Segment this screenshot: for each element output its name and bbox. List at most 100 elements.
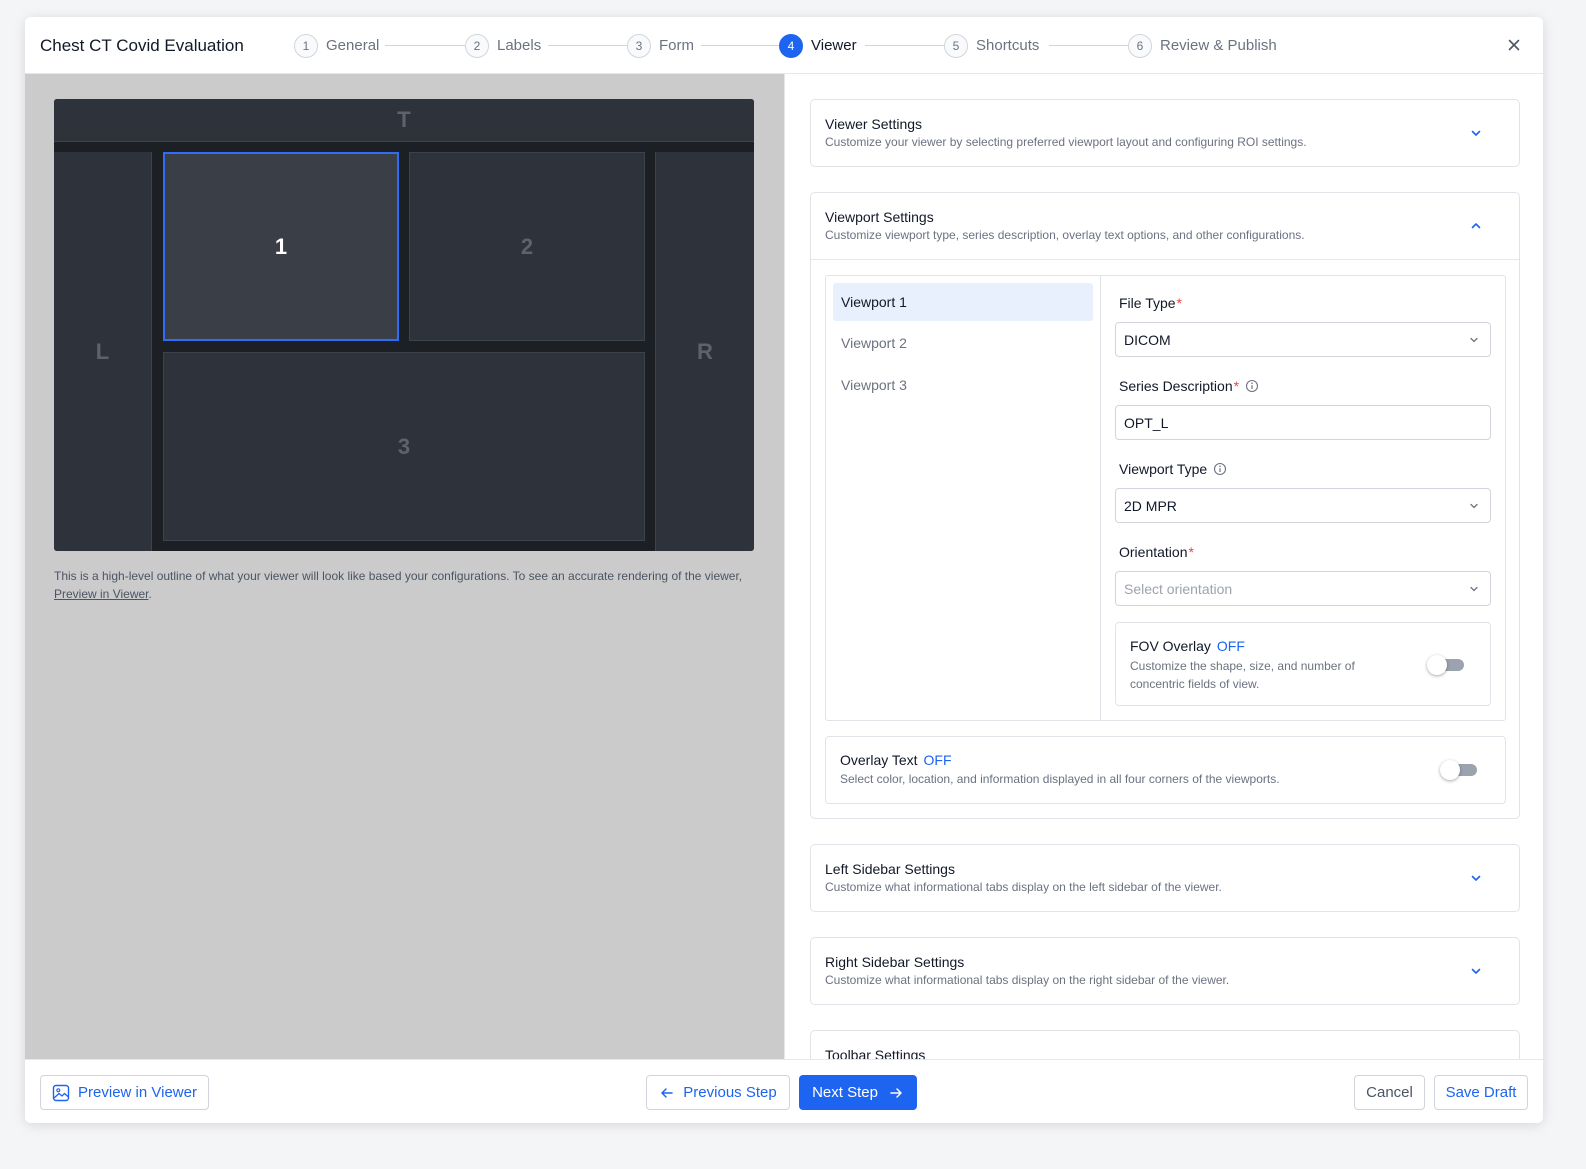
step-connector — [385, 45, 465, 46]
step-connector — [701, 45, 781, 46]
step-label: General — [326, 37, 380, 54]
file-type-select[interactable]: DICOM — [1115, 322, 1491, 357]
preview-note: This is a high-level outline of what you… — [54, 567, 754, 603]
file-type-value: DICOM — [1124, 331, 1171, 348]
step-connector — [548, 45, 628, 46]
step-labels[interactable]: 2 Labels — [465, 33, 541, 58]
preview-in-viewer-button[interactable]: Preview in Viewer — [40, 1075, 209, 1110]
chevron-down-icon — [1470, 503, 1478, 509]
orientation-placeholder: Select orientation — [1124, 580, 1233, 597]
right-sidebar-settings-card[interactable]: Right Sidebar Settings Customize what in… — [810, 937, 1520, 1005]
orientation-label: Orientation * — [1119, 544, 1194, 560]
series-description-input[interactable] — [1115, 405, 1491, 440]
viewport-list-item-1[interactable]: Viewport 1 — [833, 283, 1093, 321]
page-title: Chest CT Covid Evaluation — [40, 36, 244, 55]
overlay-text-title: Overlay Text OFF — [840, 752, 952, 768]
fov-overlay-desc-line: Customize the shape, size, and number of — [1130, 659, 1355, 673]
viewport-type-label-text: Viewport Type — [1119, 461, 1208, 477]
arrow-left-icon — [661, 1087, 674, 1098]
viewer-settings-title: Viewer Settings — [825, 116, 923, 132]
fov-overlay-toggle[interactable] — [1427, 654, 1465, 675]
template-editor-window: Chest CT Covid Evaluation 1 General 2 La… — [25, 17, 1543, 1123]
series-description-label-text: Series Description — [1119, 378, 1233, 394]
viewer-settings-card[interactable]: Viewer Settings Customize your viewer by… — [810, 99, 1520, 167]
footer-actions: Preview in Viewer Previous Step Next Ste… — [25, 1059, 1543, 1123]
viewer-layout-preview: T L R 1 2 3 — [54, 99, 754, 551]
viewport-3-preview[interactable]: 3 — [163, 352, 645, 541]
right-sidebar-panel: R — [655, 152, 754, 551]
step-label: Review & Publish — [1160, 37, 1277, 54]
file-type-label: File Type * — [1119, 295, 1182, 311]
overlay-text-box: Overlay Text OFF Select color, location, … — [825, 736, 1506, 804]
step-review-publish[interactable]: 6 Review & Publish — [1128, 33, 1277, 58]
viewer-settings-desc: Customize your viewer by selecting prefe… — [825, 135, 1307, 149]
fov-overlay-state: OFF — [1216, 638, 1245, 654]
left-sidebar-panel: L — [54, 152, 152, 551]
viewport-settings-title: Viewport Settings — [825, 209, 934, 225]
required-marker: * — [1176, 295, 1182, 311]
overlay-text-desc: Select color, location, and information … — [840, 772, 1280, 786]
image-icon — [52, 1084, 70, 1101]
top-panel: T — [54, 99, 754, 142]
step-form[interactable]: 3 Form — [627, 33, 694, 58]
step-number: 1 — [294, 33, 318, 58]
step-viewer[interactable]: 4 Viewer — [779, 33, 863, 58]
next-step-button[interactable]: Next Step — [799, 1075, 917, 1110]
fov-overlay-desc: Customize the shape, size, and number of… — [1130, 657, 1355, 693]
step-label: Shortcuts — [976, 37, 1040, 54]
overlay-text-label: Overlay Text — [840, 752, 918, 768]
step-number: 2 — [465, 33, 489, 58]
toolbar-settings-title: Toolbar Settings — [825, 1047, 926, 1059]
previous-step-label: Previous Step — [683, 1084, 777, 1101]
chevron-down-icon[interactable] — [1469, 964, 1483, 978]
viewport-1-preview[interactable]: 1 — [163, 152, 399, 341]
overlay-text-toggle[interactable] — [1440, 759, 1478, 780]
preview-note-text: This is a high-level outline of what you… — [54, 569, 743, 583]
file-type-label-text: File Type — [1119, 295, 1176, 311]
step-label: Viewer — [811, 37, 857, 54]
fov-overlay-desc-line: concentric fields of view. — [1130, 677, 1260, 691]
preview-note-end: . — [148, 587, 152, 601]
settings-pane: Viewer Settings Customize your viewer by… — [784, 74, 1543, 1059]
header-stepper: Chest CT Covid Evaluation 1 General 2 La… — [25, 17, 1543, 74]
arrow-right-icon — [890, 1087, 902, 1098]
save-draft-button[interactable]: Save Draft — [1434, 1075, 1528, 1110]
chevron-down-icon — [1470, 586, 1478, 592]
step-number: 6 — [1128, 33, 1152, 58]
viewport-config-box: Viewport 1 Viewport 2 Viewport 3 File Ty… — [825, 275, 1506, 721]
overlay-text-state: OFF — [923, 752, 952, 768]
chevron-down-icon[interactable] — [1469, 871, 1483, 885]
left-sidebar-settings-card[interactable]: Left Sidebar Settings Customize what inf… — [810, 844, 1520, 912]
divider — [811, 259, 1519, 260]
step-connector — [1049, 45, 1129, 46]
viewport-2-preview[interactable]: 2 — [409, 152, 645, 341]
required-marker: * — [1188, 544, 1194, 560]
previous-step-button[interactable]: Previous Step — [646, 1075, 790, 1110]
viewer-preview-pane: T L R 1 2 3 This is a high-level outline… — [25, 74, 784, 1059]
step-number: 4 — [779, 33, 803, 58]
series-description-label: Series Description * — [1119, 378, 1259, 394]
viewport-settings-desc: Customize viewport type, series descript… — [825, 228, 1305, 242]
viewport-type-select[interactable]: 2D MPR — [1115, 488, 1491, 523]
orientation-select[interactable]: Select orientation — [1115, 571, 1491, 606]
toolbar-settings-card[interactable]: Toolbar Settings — [810, 1030, 1520, 1059]
info-icon[interactable] — [1245, 379, 1259, 393]
step-general[interactable]: 1 General — [294, 33, 379, 58]
close-button[interactable] — [1503, 34, 1525, 56]
orientation-label-text: Orientation — [1119, 544, 1188, 560]
preview-in-viewer-link[interactable]: Preview in Viewer — [54, 587, 149, 601]
toggle-knob — [1427, 655, 1447, 675]
step-number: 5 — [944, 33, 968, 58]
info-icon[interactable] — [1213, 462, 1227, 476]
viewport-list-item-2[interactable]: Viewport 2 — [833, 324, 1093, 362]
step-connector — [865, 45, 945, 46]
step-shortcuts[interactable]: 5 Shortcuts — [944, 33, 1046, 58]
required-marker: * — [1233, 378, 1240, 394]
chevron-down-icon[interactable] — [1469, 126, 1483, 140]
chevron-up-icon[interactable] — [1469, 219, 1483, 233]
viewport-list-item-3[interactable]: Viewport 3 — [833, 366, 1093, 404]
chevron-down-icon — [1470, 337, 1478, 343]
cancel-button[interactable]: Cancel — [1354, 1075, 1425, 1110]
close-icon — [1508, 39, 1520, 51]
viewport-settings-card: Viewport Settings Customize viewport typ… — [810, 192, 1520, 819]
